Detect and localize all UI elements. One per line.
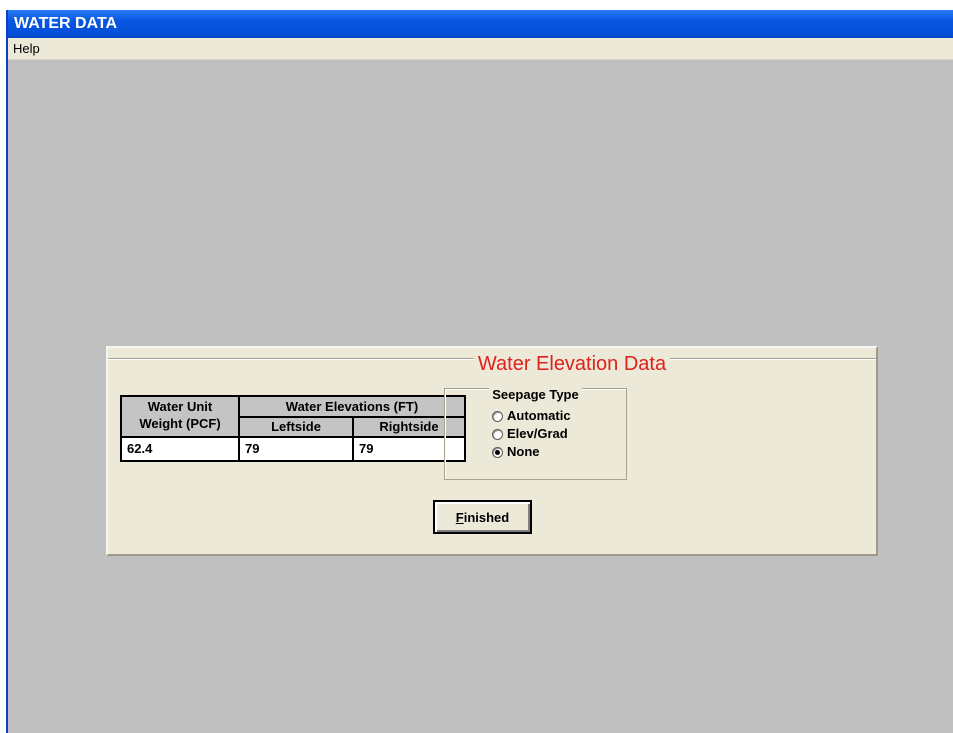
radio-automatic-label: Automatic — [507, 408, 571, 423]
unit-weight-header-line1: Water Unit — [147, 399, 213, 414]
seepage-type-title: Seepage Type — [445, 387, 626, 402]
leftside-elevation-field[interactable]: 79 — [240, 438, 352, 460]
seepage-type-group: Seepage Type Automatic Elev/Grad None — [444, 387, 627, 480]
unit-weight-field[interactable]: 62.4 — [122, 438, 238, 460]
finished-button-accel: F — [455, 509, 464, 525]
radio-none-circle[interactable] — [492, 446, 503, 458]
unit-weight-header-line2: Weight (PCF) — [139, 416, 221, 431]
water-elevation-panel: Water Elevation Data Water Unit Weight (… — [106, 346, 878, 556]
finished-button-label: inished — [463, 509, 510, 525]
radio-elev-grad-label: Elev/Grad — [507, 426, 568, 441]
water-data-grid: Water Unit Weight (PCF) Water Elevations… — [120, 395, 466, 462]
radio-elev-grad[interactable]: Elev/Grad — [492, 426, 568, 442]
panel-title-text: Water Elevation Data — [473, 353, 671, 375]
app-window: WATER DATA Help Water Elevation Data Wat… — [6, 10, 953, 733]
radio-automatic-circle[interactable] — [492, 410, 503, 422]
menu-help[interactable]: Help — [8, 38, 45, 59]
radio-automatic[interactable]: Automatic — [492, 408, 571, 424]
finished-button[interactable]: Finished — [433, 500, 532, 534]
client-area: Water Elevation Data Water Unit Weight (… — [8, 60, 953, 733]
unit-weight-header: Water Unit Weight (PCF) — [122, 397, 238, 436]
radio-elev-grad-circle[interactable] — [492, 428, 503, 440]
water-elevations-header: Water Elevations (FT) — [240, 397, 464, 416]
radio-none[interactable]: None — [492, 444, 540, 460]
seepage-type-title-text: Seepage Type — [489, 387, 582, 402]
title-bar[interactable]: WATER DATA — [8, 10, 953, 38]
radio-none-label: None — [507, 444, 540, 459]
leftside-header: Leftside — [240, 418, 352, 436]
menu-bar: Help — [8, 38, 953, 60]
window-title: WATER DATA — [14, 15, 118, 32]
panel-title: Water Elevation Data — [108, 352, 876, 376]
